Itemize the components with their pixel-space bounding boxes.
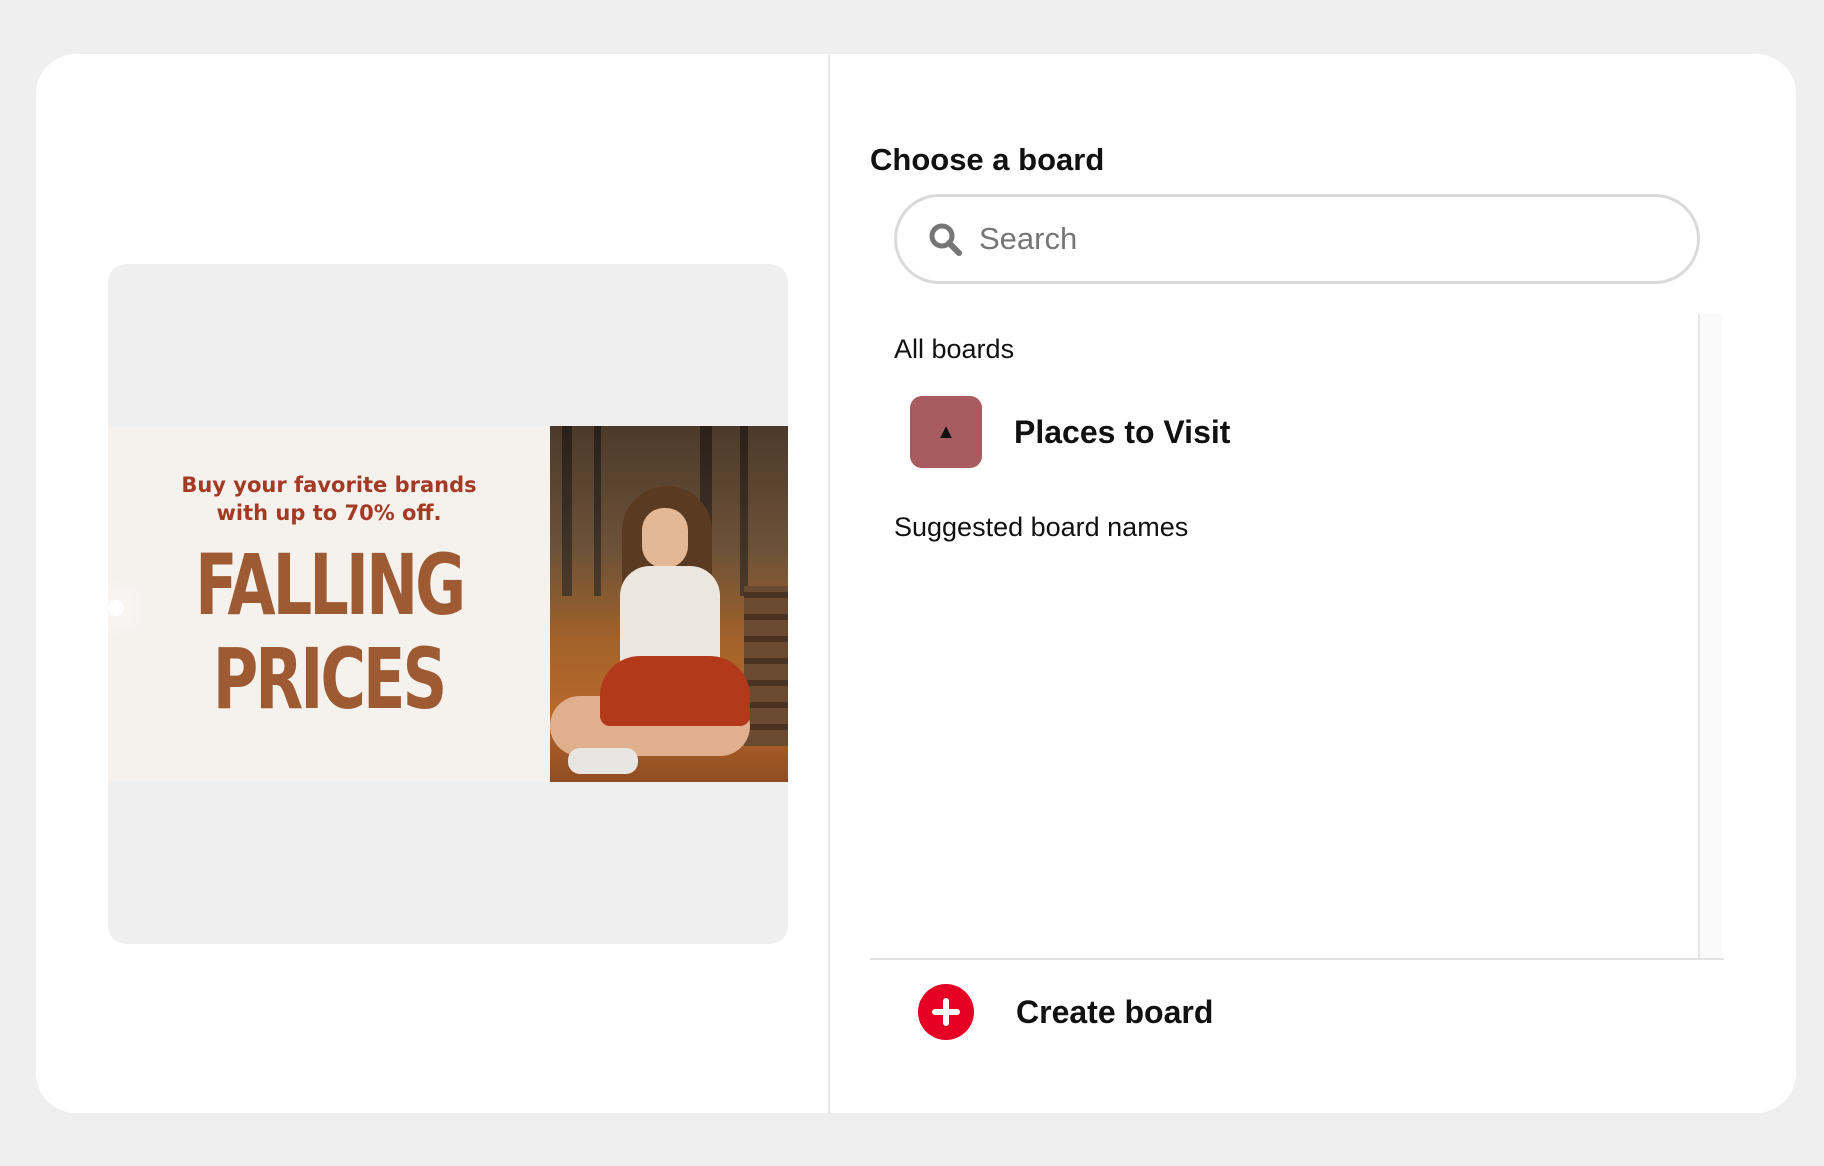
- pin-preview: Buy your favorite brands with up to 70% …: [108, 264, 788, 944]
- triangle-icon: ▲: [936, 420, 956, 443]
- photo-tree: [562, 426, 572, 596]
- photo-person-shoe: [568, 748, 638, 774]
- pin-preview-pane: Buy your favorite brands with up to 70% …: [36, 54, 828, 1113]
- save-pin-modal: Buy your favorite brands with up to 70% …: [36, 54, 1796, 1113]
- suggested-board-names-label: Suggested board names: [894, 512, 1189, 542]
- board-item-places-to-visit[interactable]: ▲ Places to Visit: [910, 396, 1230, 468]
- ad-headline-line1: FALLING: [194, 536, 466, 634]
- board-thumbnail: ▲: [910, 396, 982, 468]
- search-box[interactable]: [894, 194, 1700, 284]
- create-board-label: Create board: [1016, 993, 1214, 1030]
- board-list: All boards ▲ Places to Visit Suggested b…: [870, 314, 1726, 958]
- search-icon: [927, 221, 963, 257]
- plus-icon: [918, 984, 974, 1040]
- board-list-scrollbar[interactable]: [1698, 314, 1722, 958]
- photo-bench: [744, 586, 788, 746]
- all-boards-label: All boards: [894, 334, 1015, 364]
- ad-tagline: Buy your favorite brands with up to 70% …: [181, 473, 477, 525]
- photo-tree: [594, 426, 601, 596]
- ad-photo: [550, 426, 788, 782]
- ad-text-panel: Buy your favorite brands with up to 70% …: [108, 426, 550, 782]
- photo-person-face: [642, 508, 688, 568]
- carousel-dot: [108, 600, 124, 616]
- pin-image: Buy your favorite brands with up to 70% …: [108, 426, 788, 782]
- board-picker-pane: Choose a board All boards ▲ Places to Vi…: [830, 54, 1796, 1113]
- footer-divider: [870, 958, 1724, 960]
- create-board-button[interactable]: Create board: [918, 984, 1213, 1040]
- panel-title: Choose a board: [870, 142, 1105, 177]
- board-name: Places to Visit: [1014, 413, 1231, 450]
- photo-tree: [740, 426, 748, 596]
- ad-headline-line2: PRICES: [213, 630, 448, 728]
- search-input[interactable]: [977, 220, 1681, 258]
- photo-person-skirt: [600, 656, 750, 726]
